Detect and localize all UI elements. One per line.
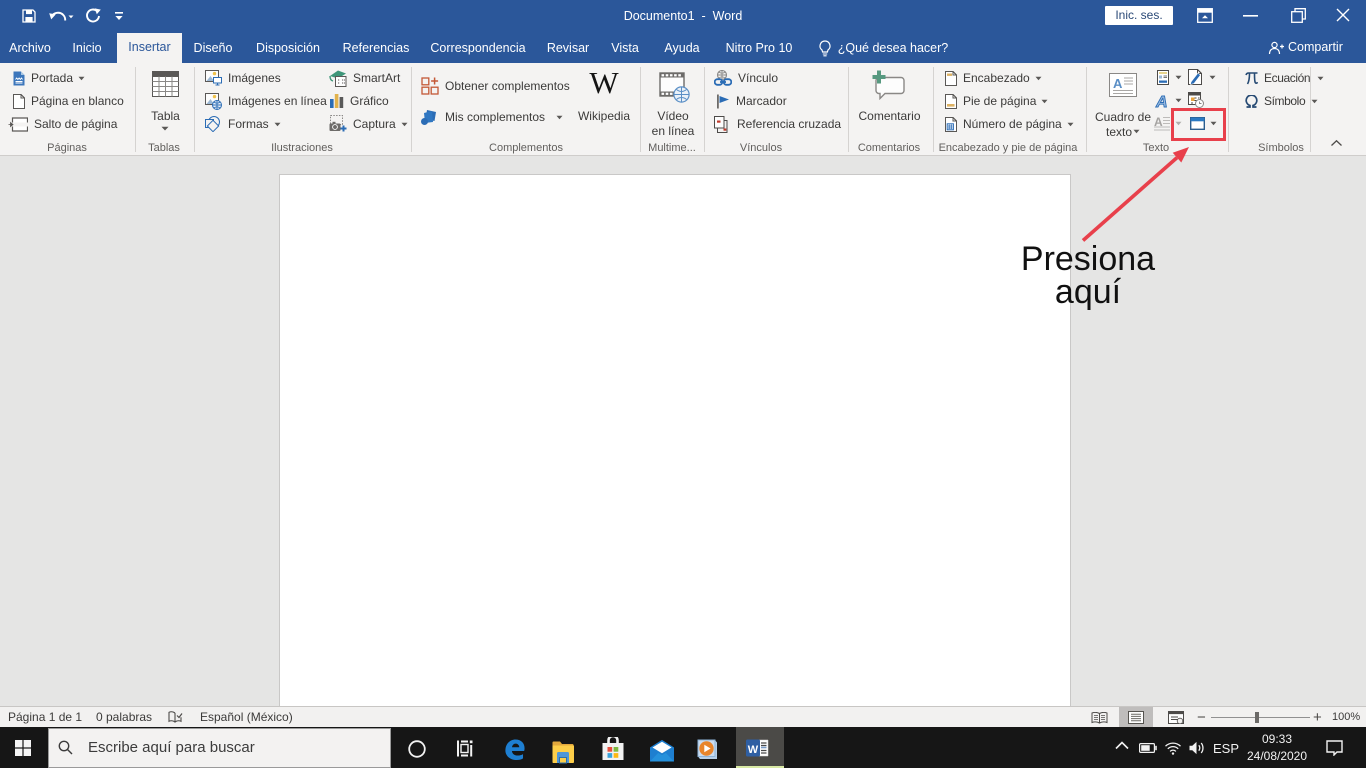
svg-text:A: A	[1113, 76, 1123, 91]
svg-text:W: W	[748, 744, 759, 756]
